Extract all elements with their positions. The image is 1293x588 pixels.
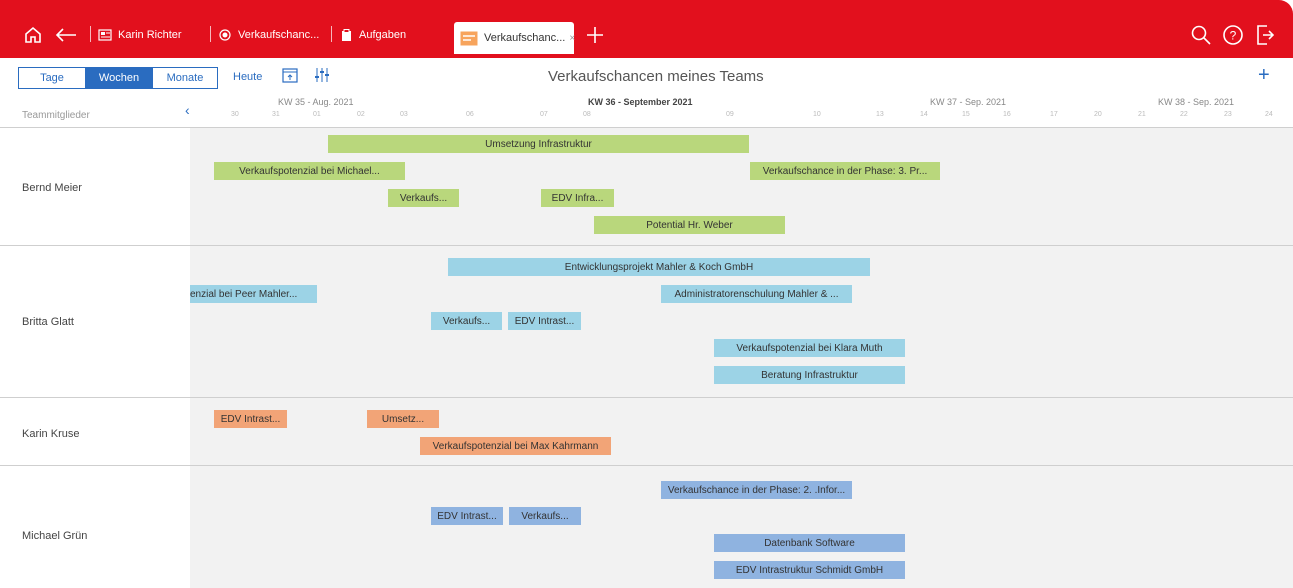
search-icon[interactable] xyxy=(1190,24,1212,46)
week-header: KW 37 - Sep. 2021 xyxy=(930,97,1007,107)
help-icon[interactable]: ? xyxy=(1222,24,1244,46)
svg-text:?: ? xyxy=(1230,29,1237,43)
day-tick-label: 13 xyxy=(876,111,884,118)
opportunity-bar[interactable]: EDV Intrast... xyxy=(508,312,581,330)
opportunity-bar[interactable]: Verkaufs... xyxy=(431,312,502,330)
row-track xyxy=(190,398,1293,466)
tab-verkaufschancen[interactable]: Verkaufschanc... xyxy=(218,22,319,48)
opportunity-bar[interactable]: enzial bei Peer Mahler... xyxy=(190,285,317,303)
column-header-team: Teammitglieder xyxy=(22,110,90,121)
app-header: Karin Richter Verkaufschanc... Aufgaben … xyxy=(0,0,1293,58)
opportunity-bar[interactable]: Verkaufspotenzial bei Michael... xyxy=(214,162,405,180)
opportunity-bar[interactable]: Verkaufschance in der Phase: 2. .Infor..… xyxy=(661,481,852,499)
day-tick-label: 17 xyxy=(1050,111,1058,118)
day-tick-label: 23 xyxy=(1224,111,1232,118)
divider xyxy=(331,26,332,42)
opportunity-bar[interactable]: Verkaufs... xyxy=(509,507,581,525)
view-wochen-button[interactable]: Wochen xyxy=(85,68,153,88)
close-icon[interactable]: × xyxy=(569,33,575,44)
divider xyxy=(210,26,211,42)
tab-label: Verkaufschanc... xyxy=(238,29,320,41)
day-tick-label: 03 xyxy=(400,111,408,118)
day-tick-label: 22 xyxy=(1180,111,1188,118)
member-name: Britta Glatt xyxy=(22,316,74,328)
gantt-grid: Bernd Meier Umsetzung Infrastruktur Verk… xyxy=(0,127,1293,588)
day-tick-label: 07 xyxy=(540,111,548,118)
day-tick-label: 16 xyxy=(1003,111,1011,118)
back-arrow-icon[interactable] xyxy=(54,24,78,46)
opportunity-bar[interactable]: Datenbank Software xyxy=(714,534,905,552)
view-monate-button[interactable]: Monate xyxy=(153,68,217,88)
day-tick-label: 06 xyxy=(466,111,474,118)
team-row: Michael Grün Verkaufschance in der Phase… xyxy=(0,465,1293,588)
week-header: KW 36 - September 2021 xyxy=(588,97,693,107)
team-row: Britta Glatt Entwicklungsprojekt Mahler … xyxy=(0,245,1293,398)
day-tick-label: 09 xyxy=(726,111,734,118)
tab-verkaufschancen-active[interactable]: Verkaufschanc... × xyxy=(454,22,575,54)
opportunity-bar[interactable]: Verkaufspotenzial bei Max Kahrmann xyxy=(420,437,611,455)
view-switcher: Tage Wochen Monate xyxy=(18,67,218,89)
tab-label: Aufgaben xyxy=(359,29,407,41)
opportunity-bar[interactable]: Potential Hr. Weber xyxy=(594,216,785,234)
filter-sliders-icon[interactable] xyxy=(314,67,330,88)
day-tick-label: 01 xyxy=(313,111,321,118)
opportunity-bar[interactable]: Verkaufs... xyxy=(388,189,459,207)
calendar-icon xyxy=(460,30,478,46)
day-tick-label: 21 xyxy=(1138,111,1146,118)
page-title: Verkaufschancen meines Teams xyxy=(548,68,764,85)
today-button[interactable]: Heute xyxy=(233,71,262,83)
opportunity-bar[interactable]: Verkaufspotenzial bei Klara Muth xyxy=(714,339,905,357)
add-icon[interactable]: + xyxy=(1258,64,1270,87)
day-tick-label: 10 xyxy=(813,111,821,118)
add-tab-icon[interactable] xyxy=(584,24,606,46)
opportunity-bar[interactable]: Entwicklungsprojekt Mahler & Koch GmbH xyxy=(448,258,870,276)
opportunity-bar[interactable]: Umsetz... xyxy=(367,410,439,428)
member-name: Bernd Meier xyxy=(22,182,82,194)
tab-karin-richter[interactable]: Karin Richter xyxy=(98,22,182,48)
calendar-today-icon[interactable] xyxy=(282,67,298,88)
day-tick-label: 02 xyxy=(357,111,365,118)
divider xyxy=(90,26,91,42)
team-row: Bernd Meier Umsetzung Infrastruktur Verk… xyxy=(0,127,1293,246)
clipboard-icon xyxy=(339,28,353,42)
day-tick-label: 20 xyxy=(1094,111,1102,118)
target-icon xyxy=(218,28,232,42)
day-tick-label: 30 xyxy=(231,111,239,118)
opportunity-bar[interactable]: EDV Intrast... xyxy=(214,410,287,428)
home-icon[interactable] xyxy=(22,24,44,46)
tab-label: Karin Richter xyxy=(118,29,182,41)
logout-icon[interactable] xyxy=(1254,24,1276,46)
opportunity-bar[interactable]: Administratorenschulung Mahler & ... xyxy=(661,285,852,303)
opportunity-bar[interactable]: Verkaufschance in der Phase: 3. Pr... xyxy=(750,162,940,180)
tab-label: Verkaufschanc... xyxy=(484,32,566,44)
day-tick-label: 31 xyxy=(272,111,280,118)
team-row: Karin Kruse EDV Intrast... Umsetz... Ver… xyxy=(0,397,1293,466)
view-tage-button[interactable]: Tage xyxy=(19,68,85,88)
opportunity-bar[interactable]: Beratung Infrastruktur xyxy=(714,366,905,384)
day-tick-label: 14 xyxy=(920,111,928,118)
opportunity-bar[interactable]: Umsetzung Infrastruktur xyxy=(328,135,749,153)
tab-aufgaben[interactable]: Aufgaben xyxy=(339,22,406,48)
opportunity-bar[interactable]: EDV Infra... xyxy=(541,189,614,207)
member-name: Karin Kruse xyxy=(22,428,80,440)
week-header: KW 35 - Aug. 2021 xyxy=(278,97,354,107)
member-name: Michael Grün xyxy=(22,530,88,542)
day-tick-label: 15 xyxy=(962,111,970,118)
week-header: KW 38 - Sep. 2021 xyxy=(1158,97,1235,107)
opportunity-bar[interactable]: EDV Intrastruktur Schmidt GmbH xyxy=(714,561,905,579)
day-tick-label: 24 xyxy=(1265,111,1273,118)
day-tick-label: 08 xyxy=(583,111,591,118)
chevron-left-icon[interactable]: ‹ xyxy=(185,102,190,118)
contact-card-icon xyxy=(98,28,112,42)
opportunity-bar[interactable]: EDV Intrast... xyxy=(431,507,503,525)
